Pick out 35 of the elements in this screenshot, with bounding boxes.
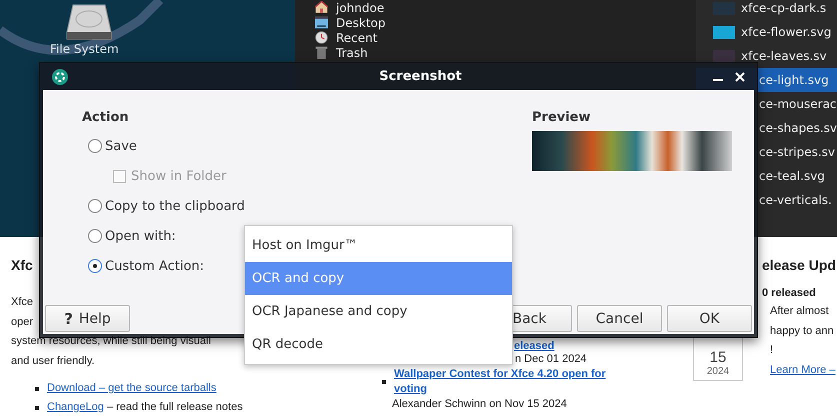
paragraph-line: Xfce xyxy=(11,295,34,310)
place-label: johndoe xyxy=(336,0,384,14)
list-item-text: ChangeLog – read the full release notes xyxy=(47,400,243,415)
paragraph-line: happy to ann xyxy=(770,324,835,338)
paragraph-line: and user friendly. xyxy=(11,354,95,368)
option-label: Copy to the clipboard xyxy=(105,198,245,214)
date-day: 15 xyxy=(710,349,726,366)
section-heading: Action xyxy=(82,110,130,125)
file-name: xfce-cp-dark.s xyxy=(741,1,826,15)
place-label: Trash xyxy=(336,46,368,60)
option-label: Custom Action: xyxy=(105,258,204,274)
file-name: ce-teal.svg xyxy=(759,169,825,183)
byline: Alexander Schwinn on Nov 15 2024 xyxy=(391,397,567,412)
section-heading: Xfc xyxy=(11,257,33,273)
place-label: Recent xyxy=(336,30,378,44)
date-year: 2024 xyxy=(706,366,730,377)
file-name: ce-shapes.sv xyxy=(759,121,837,135)
paragraph-line: oper xyxy=(11,314,34,330)
section-heading: elease Upd xyxy=(762,257,836,273)
place-label: Desktop xyxy=(336,16,386,30)
file-name: ce-stripes.sv xyxy=(759,145,836,159)
file-name: ce-mouserac xyxy=(759,97,837,111)
window-title: Screenshot xyxy=(379,69,462,84)
paragraph-line: ! xyxy=(770,343,774,358)
paragraph-line: After almost xyxy=(770,304,830,319)
option-label: Save xyxy=(105,138,137,154)
file-name: ce-light.svg xyxy=(759,73,829,87)
option-label: Show in Folder xyxy=(131,168,226,184)
section-heading: Preview xyxy=(532,110,592,125)
file-name: xfce-flower.svg xyxy=(741,25,832,39)
post-title: 0 released xyxy=(762,287,817,299)
option-label: Open with: xyxy=(105,228,176,244)
file-name: xfce-leaves.sv xyxy=(741,49,827,63)
byline: n Dec 01 2024 xyxy=(514,352,587,367)
file-name: ce-verticals. xyxy=(759,193,832,207)
